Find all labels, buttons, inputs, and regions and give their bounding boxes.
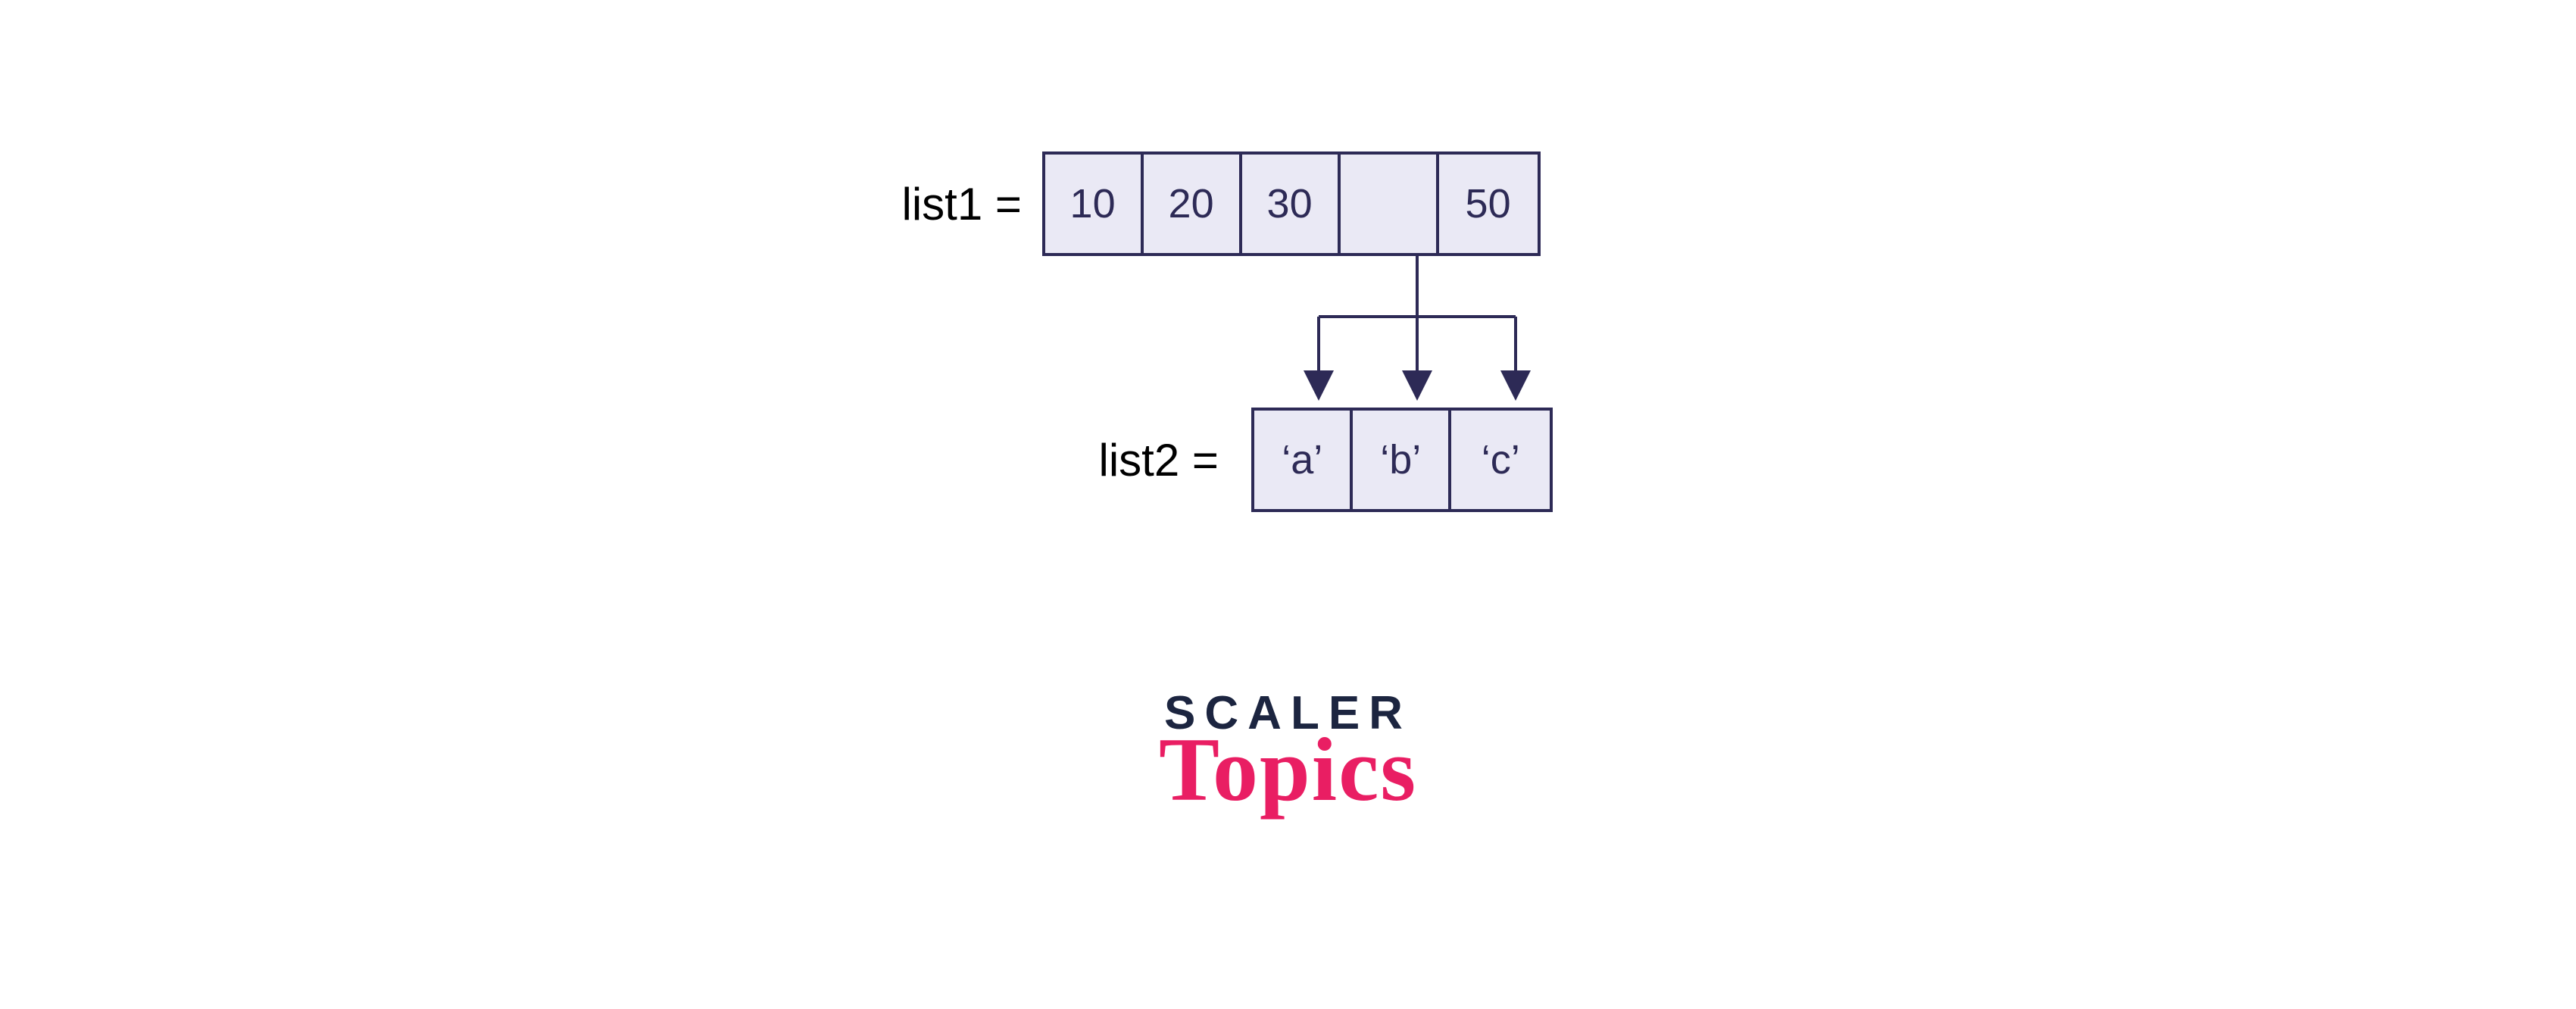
list2-cell-2: ‘c’	[1451, 411, 1550, 509]
diagram-stage: list1 = 10 20 30 50 list2 =	[872, 152, 1705, 822]
brand-logo: SCALER Topics	[872, 686, 1705, 822]
list1-cell-1: 20	[1144, 155, 1242, 253]
list2-cell-1: ‘b’	[1353, 411, 1451, 509]
list1-cell-4: 50	[1439, 155, 1538, 253]
list2-array: ‘a’ ‘b’ ‘c’	[1251, 408, 1553, 512]
list2-row: list2 = ‘a’ ‘b’ ‘c’	[1099, 408, 1705, 512]
list2-label: list2 =	[1099, 434, 1244, 486]
branch-arrows-icon	[872, 256, 1705, 408]
list1-cell-0: 10	[1045, 155, 1144, 253]
list1-label: list1 =	[902, 178, 1035, 230]
list1-cell-2: 30	[1242, 155, 1341, 253]
list1-array: 10 20 30 50	[1042, 152, 1541, 256]
list1-cell-3	[1341, 155, 1439, 253]
list2-cell-0: ‘a’	[1254, 411, 1353, 509]
logo-line2: Topics	[872, 717, 1705, 822]
list1-row: list1 = 10 20 30 50	[902, 152, 1705, 256]
